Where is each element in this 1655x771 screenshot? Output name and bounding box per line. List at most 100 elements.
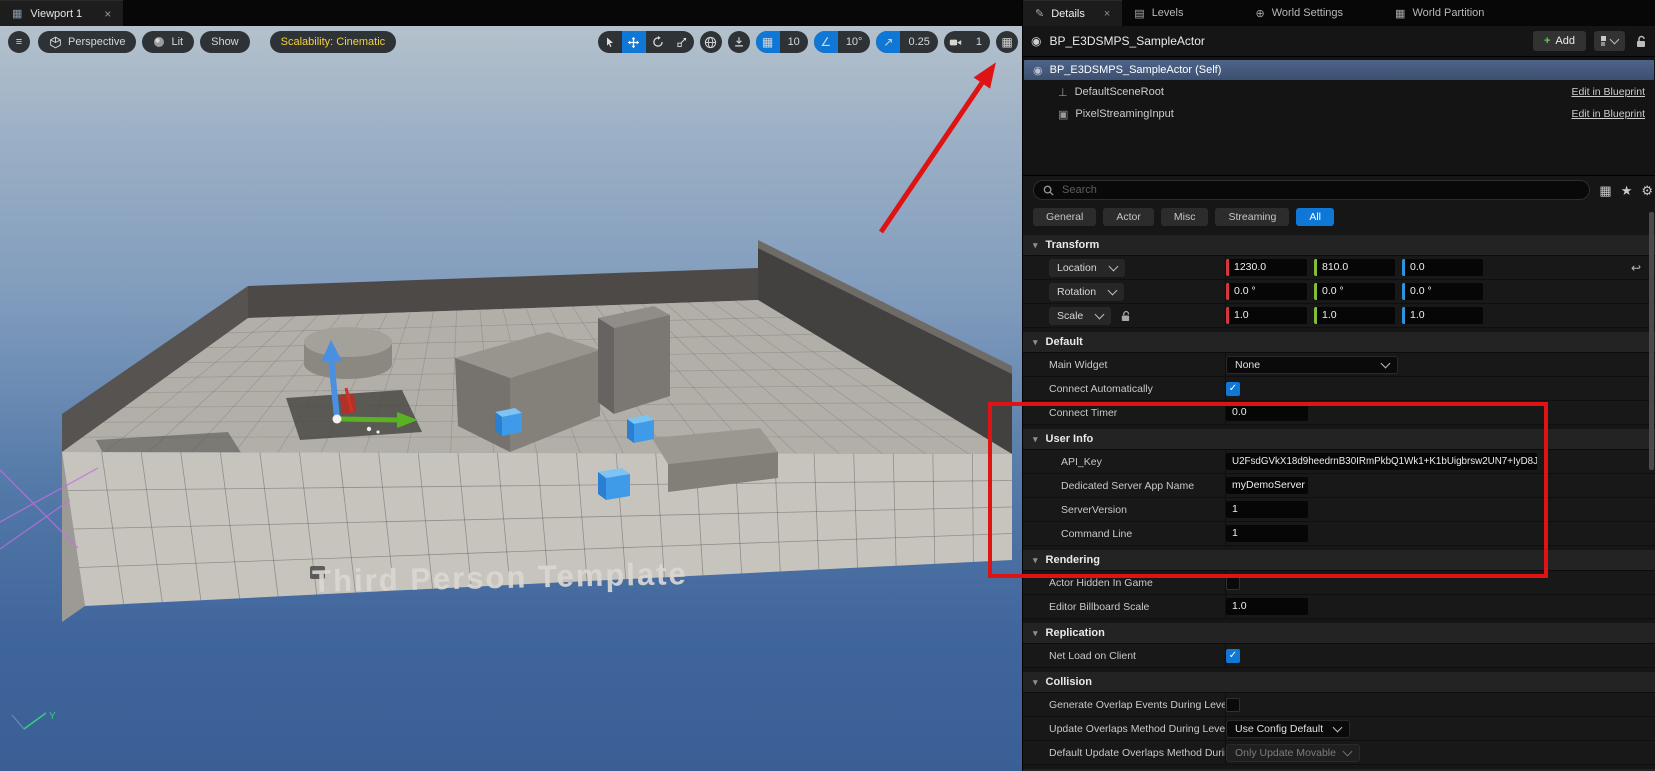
select-tool-button[interactable] — [598, 31, 622, 53]
perspective-button[interactable]: Perspective — [38, 31, 136, 53]
rotation-x-field[interactable]: 0.0 ° — [1226, 283, 1307, 300]
search-input[interactable] — [1060, 183, 1580, 197]
display-options-icon[interactable]: ▦ — [1599, 184, 1611, 197]
camera-speed-value[interactable]: 1 — [968, 31, 990, 53]
gear-icon[interactable]: ⚙ — [1641, 184, 1653, 197]
scale-z-field[interactable]: 1.0 — [1402, 307, 1483, 324]
viewport-canvas[interactable]: ⋯ Third Person Template — [0, 26, 1022, 771]
location-z-field[interactable]: 0.0 — [1402, 259, 1483, 276]
rotation-snap-group: ∠ 10° — [814, 31, 871, 53]
filter-all[interactable]: All — [1296, 208, 1334, 226]
unlock-icon — [1635, 35, 1647, 48]
tab-viewport-1[interactable]: ▦ Viewport 1 × — [0, 0, 123, 26]
reset-to-default-button[interactable]: ↩ — [1631, 261, 1641, 275]
chevron-down-icon — [1333, 722, 1343, 732]
scale-snap-value[interactable]: 0.25 — [900, 31, 937, 53]
add-component-button[interactable]: + Add — [1533, 31, 1586, 51]
show-menu-button[interactable]: Show — [200, 31, 250, 53]
tab-world-partition[interactable]: ▦ World Partition — [1383, 0, 1496, 26]
update-overlaps-method-dropdown[interactable]: Use Config Default — [1226, 720, 1350, 738]
component-row-self[interactable]: ◉ BP_E3DSMPS_SampleActor (Self) — [1024, 60, 1654, 80]
filter-misc[interactable]: Misc — [1161, 208, 1209, 226]
scale-x-field[interactable]: 1.0 — [1226, 307, 1307, 324]
actor-hidden-in-game-checkbox[interactable] — [1226, 576, 1240, 590]
net-load-on-client-checkbox[interactable]: ✓ — [1226, 649, 1240, 663]
close-icon[interactable]: × — [104, 7, 111, 21]
property-row-server-version: ServerVersion 1 — [1023, 498, 1655, 522]
component-row-scene-root[interactable]: ⊥ DefaultSceneRoot Edit in Blueprint — [1024, 82, 1654, 102]
scale-icon — [676, 36, 688, 48]
viewport-layout-button[interactable]: ▦ — [996, 31, 1018, 53]
chevron-down-icon — [1343, 746, 1353, 756]
camera-speed-button[interactable] — [944, 31, 968, 53]
tab-levels[interactable]: ▤ Levels — [1122, 0, 1195, 26]
mesh-blue-cube-2[interactable] — [627, 415, 654, 443]
section-header-rendering[interactable]: ▾ Rendering — [1023, 550, 1655, 571]
property-row-command-line: Command Line 1 — [1023, 522, 1655, 546]
mesh-blue-cube-3[interactable] — [598, 468, 630, 500]
tab-world-settings[interactable]: ⊕ World Settings — [1243, 0, 1355, 26]
surface-snapping-button[interactable] — [728, 31, 750, 53]
section-header-transform[interactable]: ▾ Transform — [1023, 235, 1655, 256]
connect-timer-field[interactable]: 0.0 — [1226, 404, 1308, 421]
mesh-blue-cube-1[interactable] — [495, 408, 522, 436]
section-header-default[interactable]: ▾ Default — [1023, 332, 1655, 353]
server-version-field[interactable]: 1 — [1226, 501, 1308, 518]
blueprint-settings-button[interactable] — [1594, 31, 1625, 51]
gizmo-dot — [367, 427, 371, 431]
property-label: Generate Overlap Events During Level Str… — [1049, 699, 1225, 711]
grid-snap-toggle[interactable]: ▦ — [756, 31, 780, 53]
gizmo-origin-handle[interactable] — [333, 415, 342, 424]
component-row-pixel-streaming[interactable]: ▣ PixelStreamingInput Edit in Blueprint — [1024, 104, 1654, 124]
favorites-icon[interactable]: ★ — [1621, 184, 1633, 197]
cursor-icon — [604, 36, 616, 48]
grid-snap-value[interactable]: 10 — [780, 31, 808, 53]
location-y-field[interactable]: 810.0 — [1314, 259, 1395, 276]
rotation-snap-toggle[interactable]: ∠ — [814, 31, 838, 53]
edit-in-blueprint-link[interactable]: Edit in Blueprint — [1571, 108, 1645, 120]
command-line-field[interactable]: 1 — [1226, 525, 1308, 542]
property-row-connect-timer: Connect Timer 0.0 — [1023, 401, 1655, 425]
lit-mode-button[interactable]: Lit — [142, 31, 194, 53]
camera-speed-group: 1 — [944, 31, 990, 53]
section-header-collision[interactable]: ▾ Collision — [1023, 672, 1655, 693]
collapse-arrow-icon: ▾ — [1033, 555, 1038, 566]
generate-overlap-events-checkbox[interactable] — [1226, 698, 1240, 712]
rotate-tool-button[interactable] — [646, 31, 670, 53]
scale-snap-toggle[interactable]: ↗ — [876, 31, 900, 53]
lock-details-button[interactable] — [1635, 35, 1647, 48]
filter-streaming[interactable]: Streaming — [1215, 208, 1289, 226]
dedicated-server-app-name-field[interactable]: myDemoServer — [1226, 477, 1308, 494]
scale-y-field[interactable]: 1.0 — [1314, 307, 1395, 324]
location-type-dropdown[interactable]: Location — [1049, 259, 1125, 277]
mesh-cylinder[interactable] — [304, 327, 392, 379]
close-icon[interactable]: × — [1104, 8, 1110, 20]
section-header-replication[interactable]: ▾ Replication — [1023, 623, 1655, 644]
filter-pills: General Actor Misc Streaming All — [1023, 204, 1655, 230]
location-x-field[interactable]: 1230.0 — [1226, 259, 1307, 276]
world-local-space-button[interactable] — [700, 31, 722, 53]
unlock-scale-icon[interactable] — [1120, 310, 1131, 322]
property-label: Net Load on Client — [1049, 650, 1136, 662]
move-tool-button[interactable] — [622, 31, 646, 53]
rotation-type-dropdown[interactable]: Rotation — [1049, 283, 1124, 301]
details-scrollbar[interactable] — [1649, 212, 1654, 470]
api-key-field[interactable]: U2FsdGVkX18d9heedrnB30IRmPkbQ1Wk1+K1bUig… — [1226, 453, 1537, 470]
viewport-options-menu-button[interactable]: ≡ — [8, 31, 30, 53]
filter-general[interactable]: General — [1033, 208, 1096, 226]
section-header-user-info[interactable]: ▾ User Info — [1023, 429, 1655, 450]
pixel-streaming-icon: ▣ — [1058, 108, 1068, 121]
rotation-y-field[interactable]: 0.0 ° — [1314, 283, 1395, 300]
edit-in-blueprint-link[interactable]: Edit in Blueprint — [1571, 86, 1645, 98]
filter-actor[interactable]: Actor — [1103, 208, 1154, 226]
rotation-snap-value[interactable]: 10° — [838, 31, 871, 53]
main-widget-dropdown[interactable]: None — [1226, 356, 1398, 374]
editor-billboard-scale-field[interactable]: 1.0 — [1226, 598, 1308, 615]
scale-type-dropdown[interactable]: Scale — [1049, 307, 1111, 325]
mesh-tall-box[interactable] — [598, 306, 670, 414]
connect-automatically-checkbox[interactable]: ✓ — [1226, 382, 1240, 396]
scale-tool-button[interactable] — [670, 31, 694, 53]
tab-details[interactable]: ✎ Details × — [1023, 0, 1122, 26]
scalability-button[interactable]: Scalability: Cinematic — [270, 31, 397, 53]
rotation-z-field[interactable]: 0.0 ° — [1402, 283, 1483, 300]
